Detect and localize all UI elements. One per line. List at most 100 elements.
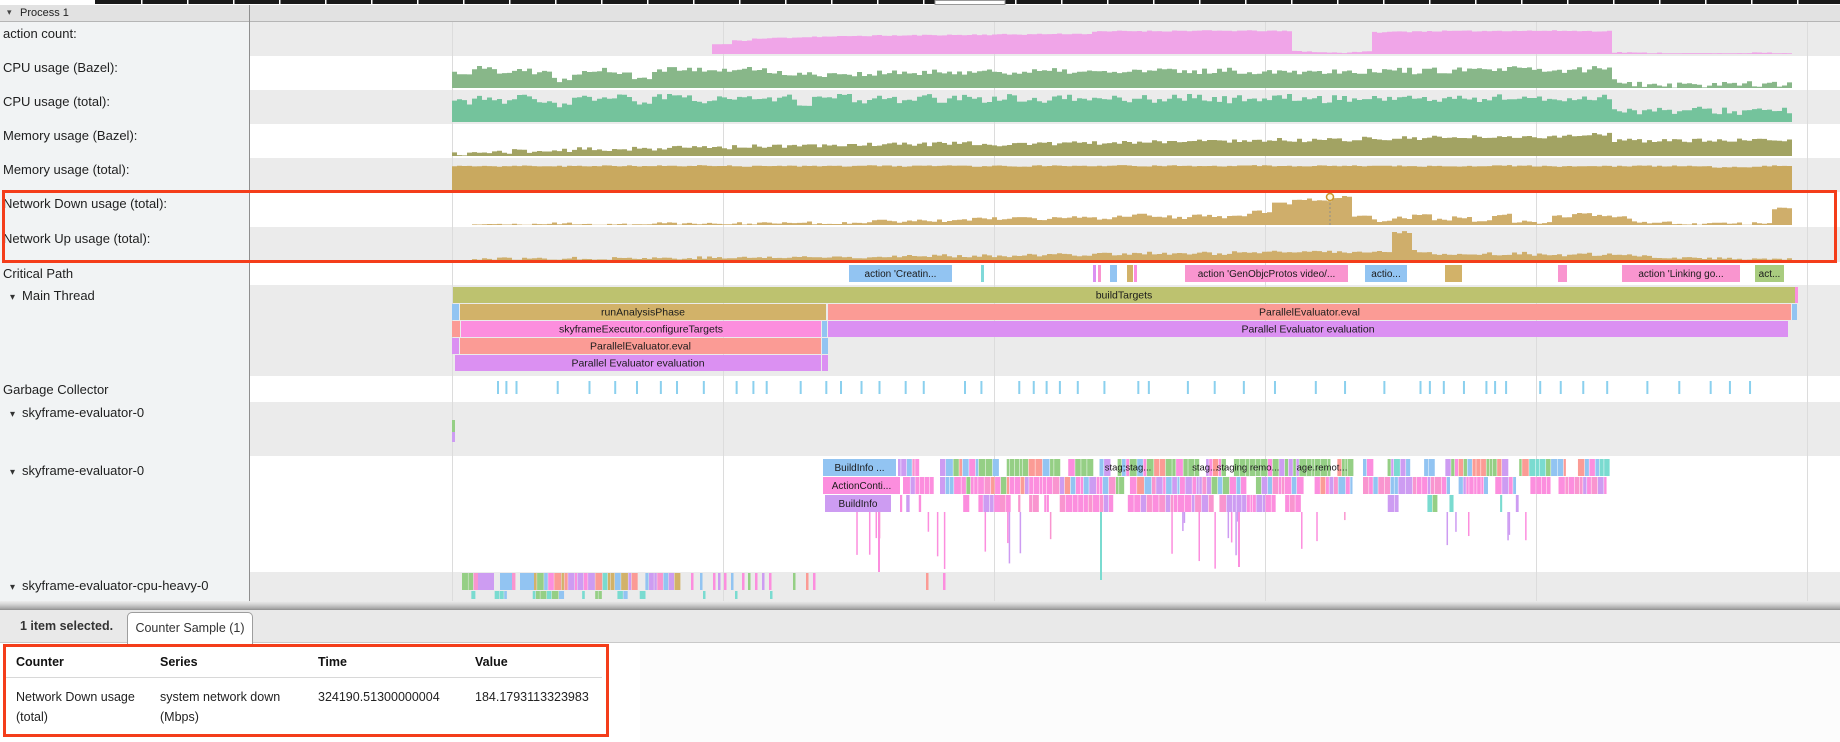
confetti-slice[interactable] — [1236, 477, 1240, 494]
slice[interactable] — [822, 355, 828, 371]
tiny-slice[interactable] — [452, 420, 455, 432]
confetti-slice[interactable] — [1089, 477, 1096, 494]
confetti-slice[interactable] — [1282, 477, 1285, 494]
confetti-slice[interactable] — [1154, 459, 1159, 476]
confetti-slice[interactable] — [1400, 459, 1405, 476]
slice[interactable] — [1558, 265, 1567, 282]
confetti-slice[interactable] — [1081, 477, 1084, 494]
confetti-slice[interactable] — [1509, 477, 1513, 494]
gc-tick[interactable] — [1429, 381, 1431, 394]
confetti-slice[interactable] — [540, 591, 546, 599]
confetti-slice[interactable] — [1449, 495, 1453, 512]
confetti-slice[interactable] — [1050, 459, 1054, 476]
confetti-slice[interactable] — [1195, 495, 1201, 512]
hanging-slice[interactable] — [928, 512, 930, 532]
confetti-slice[interactable] — [1481, 459, 1486, 476]
gc-tick[interactable] — [636, 381, 638, 394]
process-header[interactable]: ▾ Process 1 — [0, 5, 1840, 22]
confetti-slice[interactable] — [1176, 459, 1183, 476]
confetti-slice[interactable] — [930, 477, 934, 494]
confetti-slice[interactable] — [731, 573, 734, 590]
confetti-slice[interactable] — [495, 591, 500, 599]
confetti-slice[interactable] — [1253, 495, 1256, 512]
confetti-slice[interactable] — [1202, 495, 1208, 512]
sidebar-track-label-11[interactable]: ▾skyframe-evaluator-0 — [10, 463, 144, 478]
confetti-slice[interactable] — [478, 573, 494, 590]
confetti-slice[interactable] — [940, 477, 945, 494]
confetti-slice[interactable] — [1429, 459, 1435, 476]
hanging-slice[interactable] — [1231, 512, 1233, 542]
confetti-slice[interactable] — [1591, 477, 1597, 494]
confetti-slice[interactable] — [1391, 459, 1393, 476]
gc-tick[interactable] — [840, 381, 842, 394]
confetti-slice[interactable] — [925, 477, 930, 494]
confetti-slice[interactable] — [1147, 495, 1152, 512]
confetti-slice[interactable] — [1459, 459, 1463, 476]
confetti-slice[interactable] — [912, 459, 914, 476]
confetti-slice[interactable] — [1099, 477, 1102, 494]
confetti-slice[interactable] — [1536, 459, 1539, 476]
gc-tick[interactable] — [1018, 381, 1020, 394]
confetti-slice[interactable] — [1334, 477, 1338, 494]
confetti-slice[interactable] — [1285, 459, 1288, 476]
confetti-slice[interactable] — [1000, 495, 1006, 512]
confetti-slice[interactable] — [1219, 495, 1226, 512]
confetti-slice[interactable] — [568, 573, 574, 590]
confetti-slice[interactable] — [640, 591, 646, 599]
confetti-slice[interactable] — [1172, 459, 1175, 476]
confetti-slice[interactable] — [1053, 477, 1060, 494]
slice[interactable] — [822, 338, 828, 354]
confetti-slice[interactable] — [520, 573, 534, 590]
tiny-slice[interactable] — [452, 432, 455, 442]
confetti-slice[interactable] — [971, 477, 974, 494]
confetti-slice[interactable] — [1088, 495, 1092, 512]
gc-tick[interactable] — [923, 381, 925, 394]
hanging-slice[interactable] — [1050, 512, 1052, 539]
hanging-slice[interactable] — [1525, 512, 1527, 540]
confetti-slice[interactable] — [1022, 459, 1028, 476]
confetti-slice[interactable] — [910, 477, 914, 494]
gc-tick[interactable] — [703, 381, 705, 394]
confetti-slice[interactable] — [940, 459, 945, 476]
confetti-slice[interactable] — [1233, 495, 1236, 512]
confetti-slice[interactable] — [1130, 477, 1137, 494]
confetti-slice[interactable] — [1388, 459, 1391, 476]
confetti-slice[interactable] — [1025, 477, 1029, 494]
confetti-slice[interactable] — [1467, 459, 1471, 476]
confetti-slice[interactable] — [919, 495, 921, 512]
sidebar-track-label-9[interactable]: Garbage Collector — [3, 382, 109, 397]
confetti-slice[interactable] — [1001, 477, 1006, 494]
confetti-slice[interactable] — [1018, 495, 1020, 512]
confetti-slice[interactable] — [1583, 477, 1586, 494]
confetti-slice[interactable] — [608, 573, 610, 590]
slice[interactable] — [1134, 265, 1137, 282]
confetti-slice[interactable] — [1192, 495, 1195, 512]
slice[interactable] — [1795, 287, 1798, 303]
hanging-slice[interactable] — [1100, 512, 1102, 580]
hanging-slice[interactable] — [1182, 512, 1184, 531]
confetti-slice[interactable] — [806, 573, 809, 590]
gc-tick[interactable] — [1539, 381, 1541, 394]
gc-tick[interactable] — [1678, 381, 1680, 394]
confetti-slice[interactable] — [1185, 495, 1192, 512]
confetti-slice[interactable] — [544, 573, 548, 590]
confetti-slice[interactable] — [1363, 459, 1366, 476]
gc-tick[interactable] — [1214, 381, 1216, 394]
confetti-slice[interactable] — [1490, 459, 1493, 476]
confetti-slice[interactable] — [468, 573, 473, 590]
hanging-slice[interactable] — [1509, 512, 1511, 535]
confetti-slice[interactable] — [1395, 495, 1399, 512]
gc-tick[interactable] — [1463, 381, 1465, 394]
confetti-slice[interactable] — [1230, 477, 1236, 494]
slice[interactable] — [1098, 265, 1101, 282]
counter-chart-memory-usage-total-[interactable] — [452, 165, 1792, 190]
confetti-slice[interactable] — [1197, 477, 1199, 494]
gc-tick[interactable] — [1443, 381, 1445, 394]
confetti-slice[interactable] — [963, 459, 969, 476]
confetti-slice[interactable] — [1369, 477, 1373, 494]
confetti-slice[interactable] — [1348, 459, 1354, 476]
confetti-slice[interactable] — [1542, 477, 1546, 494]
slice[interactable] — [1792, 304, 1797, 320]
confetti-slice[interactable] — [724, 573, 727, 590]
confetti-slice[interactable] — [906, 495, 909, 512]
